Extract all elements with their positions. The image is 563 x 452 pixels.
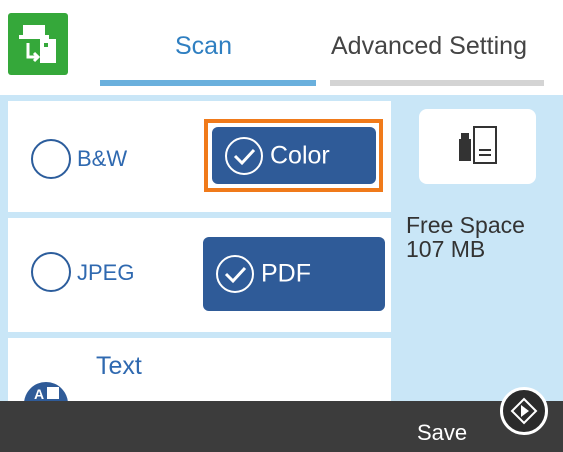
tab-advanced-indicator bbox=[330, 80, 544, 86]
checkmark-circle-icon bbox=[216, 255, 254, 293]
bw-radio[interactable] bbox=[31, 139, 71, 179]
jpeg-radio[interactable] bbox=[31, 252, 71, 292]
storage-device-button[interactable] bbox=[419, 109, 536, 184]
scan-device-icon bbox=[19, 25, 56, 63]
focus-highlight bbox=[204, 119, 383, 192]
scan-to-device-app-icon bbox=[8, 13, 68, 75]
text-label[interactable]: Text bbox=[96, 352, 142, 381]
tab-scan-indicator bbox=[100, 80, 316, 86]
start-button[interactable] bbox=[500, 387, 548, 435]
free-space-info: Free Space 107 MB bbox=[406, 213, 525, 261]
usb-and-computer-icon bbox=[459, 126, 497, 164]
tab-scan[interactable]: Scan bbox=[175, 32, 232, 61]
bottom-action-bar bbox=[0, 401, 563, 452]
tab-advanced-settings[interactable]: Advanced Setting bbox=[331, 32, 563, 61]
free-space-label: Free Space bbox=[406, 212, 525, 238]
save-label: Save bbox=[417, 420, 468, 445]
pdf-button[interactable]: PDF bbox=[203, 237, 385, 311]
ocr-icon: A bbox=[24, 382, 68, 401]
bw-label[interactable]: B&W bbox=[77, 146, 127, 172]
jpeg-label[interactable]: JPEG bbox=[77, 260, 134, 286]
free-space-value: 107 MB bbox=[406, 236, 486, 262]
start-diamond-icon bbox=[510, 397, 538, 425]
pdf-label: PDF bbox=[261, 259, 311, 288]
